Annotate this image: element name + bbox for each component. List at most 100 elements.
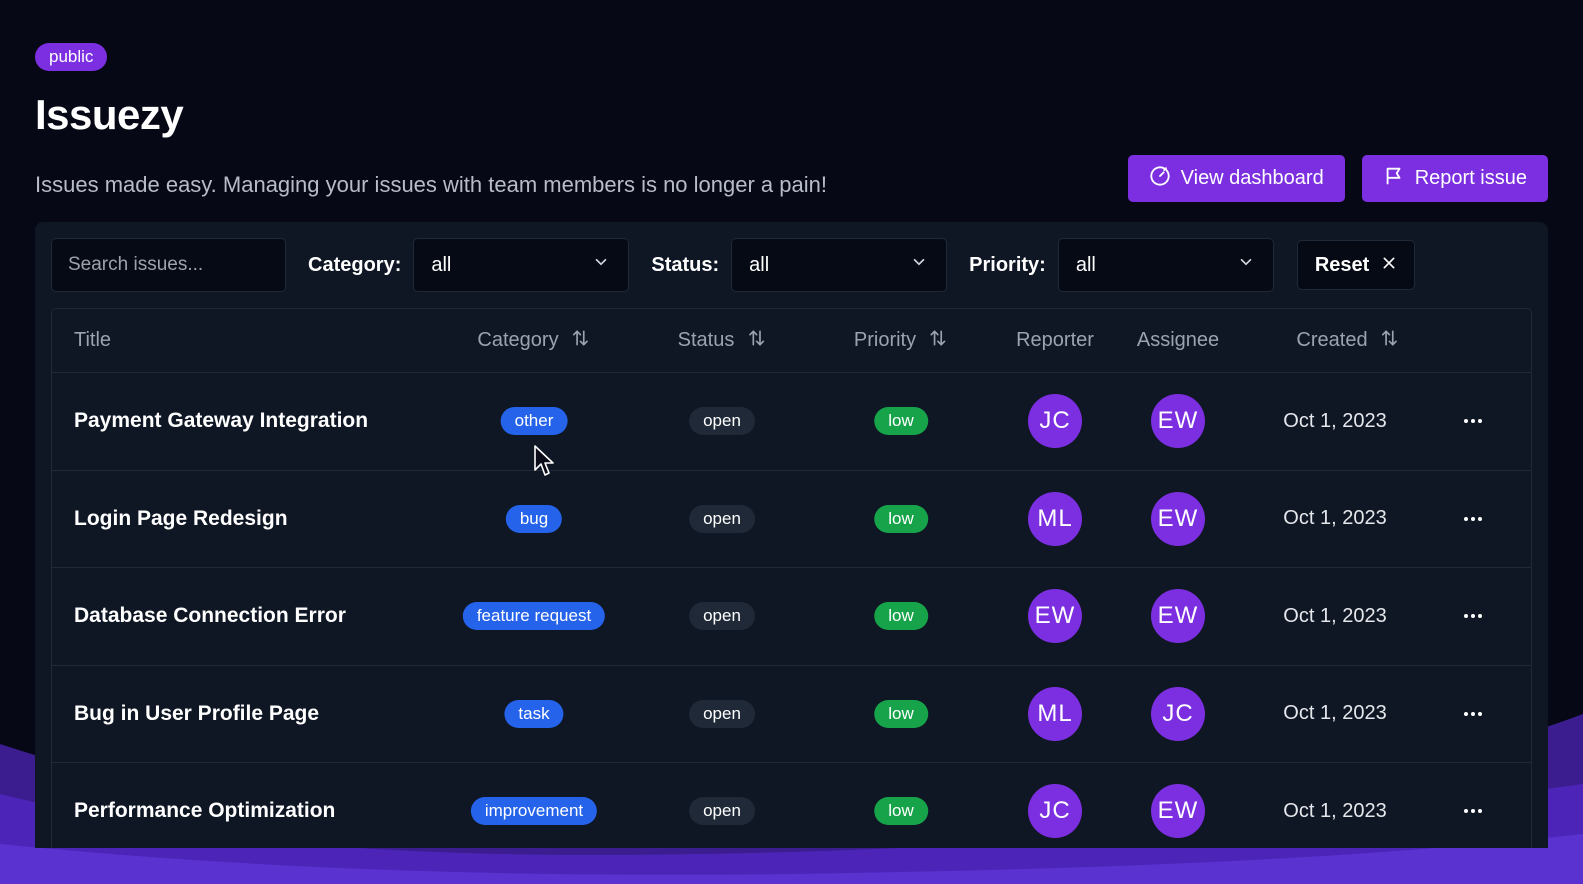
- reset-filters-button[interactable]: Reset: [1296, 240, 1416, 290]
- more-horizontal-icon[interactable]: [1459, 602, 1487, 630]
- reporter-avatar[interactable]: ML: [1028, 686, 1082, 741]
- column-status[interactable]: Status: [678, 309, 767, 372]
- status-badge: open: [689, 504, 755, 533]
- column-category[interactable]: Category: [477, 309, 590, 372]
- created-date: Oct 1, 2023: [1283, 702, 1387, 725]
- status-select-value: all: [749, 253, 770, 276]
- assignee-avatar[interactable]: EW: [1151, 394, 1205, 449]
- visibility-badge: public: [35, 43, 108, 71]
- reporter-avatar[interactable]: EW: [1028, 589, 1082, 644]
- more-horizontal-icon[interactable]: [1459, 407, 1487, 435]
- issue-title-cell: Database Connection Error: [74, 568, 346, 665]
- status-badge: open: [689, 407, 755, 436]
- row-actions-cell: [1459, 568, 1487, 665]
- sort-arrows-icon[interactable]: [928, 328, 948, 354]
- issue-title[interactable]: Bug in User Profile Page: [74, 702, 319, 726]
- status-filter-label: Status:: [651, 253, 720, 276]
- issue-title[interactable]: Login Page Redesign: [74, 507, 288, 531]
- issue-title-cell: Bug in User Profile Page: [74, 666, 319, 763]
- reporter-avatar[interactable]: JC: [1028, 394, 1082, 449]
- created-cell: Oct 1, 2023: [1283, 568, 1386, 665]
- report-issue-button[interactable]: Report issue: [1361, 155, 1548, 202]
- status-badge: open: [689, 602, 755, 631]
- assignee-avatar[interactable]: EW: [1151, 589, 1205, 644]
- category-cell: improvement: [470, 763, 598, 848]
- category-badge: feature request: [462, 602, 606, 631]
- assignee-cell: JC: [1151, 666, 1205, 763]
- assignee-avatar[interactable]: EW: [1151, 491, 1205, 546]
- filter-bar: Category: all Status: all Priority: all …: [51, 238, 1532, 292]
- table-row[interactable]: Login Page Redesign bug open low ML EW O…: [52, 471, 1531, 568]
- report-issue-label: Report issue: [1414, 167, 1527, 189]
- priority-badge: low: [874, 504, 928, 533]
- reporter-avatar[interactable]: JC: [1028, 784, 1082, 839]
- created-date: Oct 1, 2023: [1283, 409, 1387, 432]
- created-date: Oct 1, 2023: [1283, 604, 1387, 627]
- table-row[interactable]: Performance Optimization improvement ope…: [52, 763, 1531, 848]
- column-reporter-label: Reporter: [1016, 329, 1094, 351]
- category-select[interactable]: all: [413, 238, 630, 292]
- column-title: Title: [74, 309, 111, 372]
- column-priority-label: Priority: [853, 329, 917, 351]
- status-cell: open: [689, 471, 755, 568]
- priority-cell: low: [874, 471, 928, 568]
- sort-arrows-icon[interactable]: [571, 328, 591, 354]
- assignee-cell: EW: [1151, 471, 1205, 568]
- issue-title[interactable]: Performance Optimization: [74, 799, 335, 823]
- column-created[interactable]: Created: [1296, 309, 1399, 372]
- status-badge: open: [689, 699, 755, 728]
- created-cell: Oct 1, 2023: [1283, 666, 1386, 763]
- app-subtitle: Issues made easy. Managing your issues w…: [35, 172, 827, 197]
- assignee-avatar[interactable]: EW: [1151, 784, 1205, 839]
- column-title-label: Title: [74, 329, 112, 351]
- header-actions: View dashboard Report issue: [1127, 155, 1548, 202]
- reporter-cell: EW: [1028, 568, 1082, 665]
- table-row[interactable]: Bug in User Profile Page task open low M…: [52, 666, 1531, 763]
- table-row[interactable]: Database Connection Error feature reques…: [52, 568, 1531, 666]
- category-select-value: all: [431, 253, 452, 276]
- close-icon: [1381, 254, 1397, 277]
- more-horizontal-icon[interactable]: [1459, 797, 1487, 825]
- more-horizontal-icon[interactable]: [1459, 700, 1487, 728]
- created-cell: Oct 1, 2023: [1283, 373, 1386, 470]
- category-cell: bug: [505, 471, 563, 568]
- status-select[interactable]: all: [731, 238, 948, 292]
- assignee-cell: EW: [1151, 763, 1205, 848]
- sort-arrows-icon[interactable]: [1380, 328, 1400, 354]
- flag-icon: [1383, 165, 1405, 193]
- issue-title-cell: Payment Gateway Integration: [74, 373, 368, 470]
- search-input[interactable]: [51, 238, 286, 292]
- column-assignee-label: Assignee: [1136, 329, 1220, 351]
- view-dashboard-button[interactable]: View dashboard: [1127, 155, 1345, 202]
- priority-filter-label: Priority:: [969, 253, 1046, 276]
- column-assignee: Assignee: [1137, 309, 1219, 372]
- reporter-avatar[interactable]: ML: [1028, 491, 1082, 546]
- reset-label: Reset: [1314, 253, 1370, 276]
- sort-arrows-icon[interactable]: [746, 328, 766, 354]
- status-cell: open: [689, 568, 755, 665]
- priority-badge: low: [874, 797, 928, 826]
- table-body: Payment Gateway Integration other open l…: [52, 373, 1531, 848]
- category-badge: bug: [505, 504, 563, 533]
- chevron-down-icon: [592, 253, 610, 277]
- reporter-cell: ML: [1028, 471, 1082, 568]
- app-title: Issuezy: [35, 91, 184, 138]
- more-horizontal-icon[interactable]: [1459, 505, 1487, 533]
- created-cell: Oct 1, 2023: [1283, 471, 1386, 568]
- page: public Issuezy Issues made easy. Managin…: [0, 0, 1583, 848]
- row-actions-cell: [1459, 763, 1487, 848]
- table-row[interactable]: Payment Gateway Integration other open l…: [52, 373, 1531, 471]
- status-cell: open: [689, 373, 755, 470]
- column-status-label: Status: [677, 329, 735, 351]
- priority-cell: low: [874, 763, 928, 848]
- chevron-down-icon: [910, 253, 928, 277]
- status-cell: open: [689, 666, 755, 763]
- created-date: Oct 1, 2023: [1283, 507, 1387, 530]
- column-priority[interactable]: Priority: [854, 309, 948, 372]
- assignee-avatar[interactable]: JC: [1151, 686, 1205, 741]
- priority-badge: low: [874, 407, 928, 436]
- priority-select[interactable]: all: [1057, 238, 1274, 292]
- issue-title[interactable]: Payment Gateway Integration: [74, 409, 368, 433]
- view-dashboard-label: View dashboard: [1180, 167, 1324, 189]
- issue-title[interactable]: Database Connection Error: [74, 604, 346, 628]
